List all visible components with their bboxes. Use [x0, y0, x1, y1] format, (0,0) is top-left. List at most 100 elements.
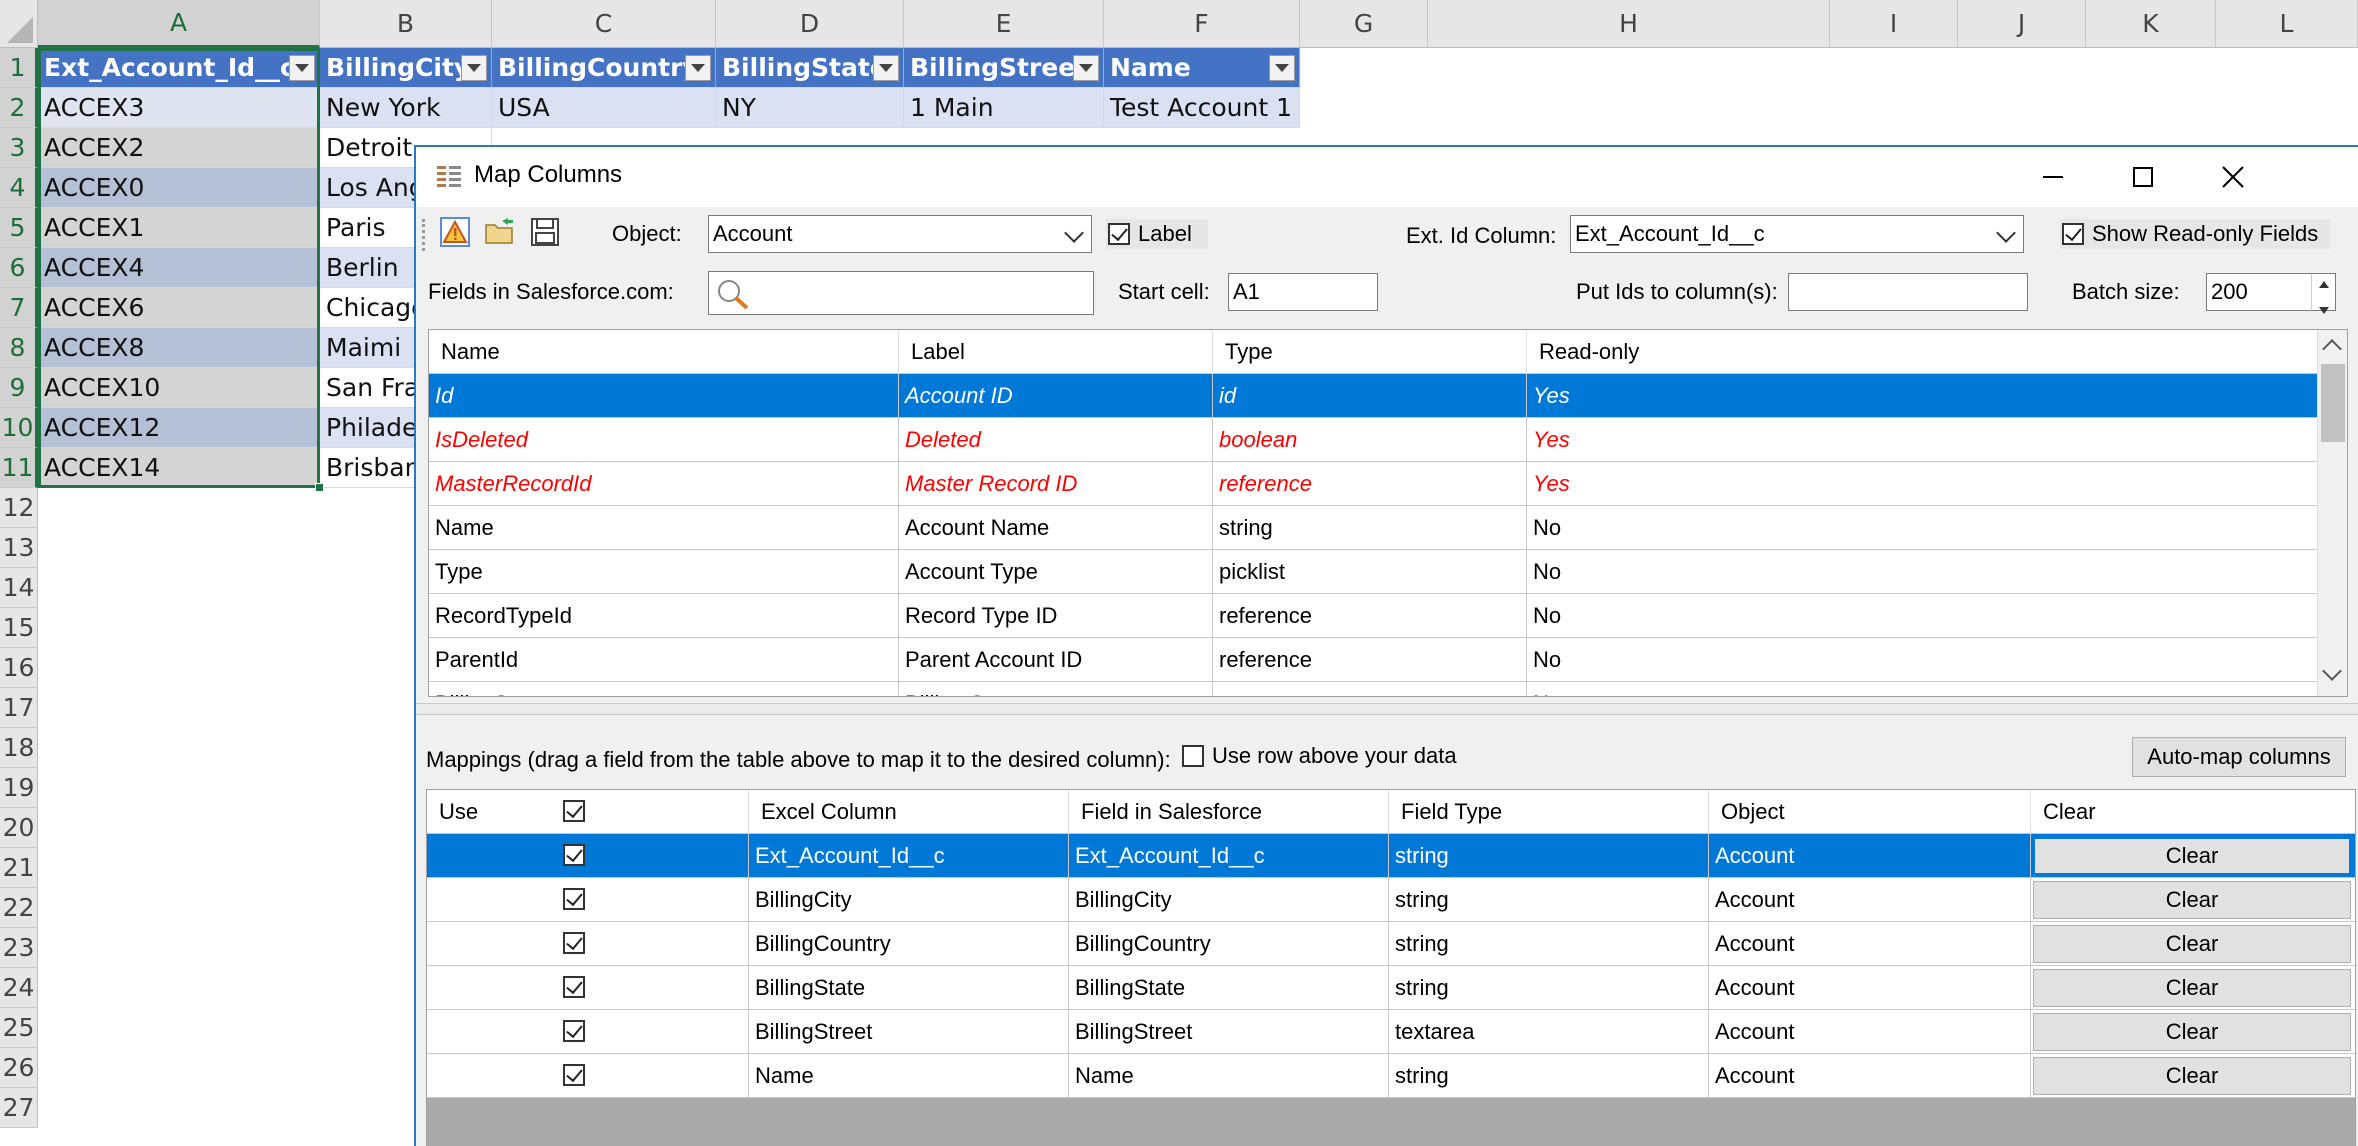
filter-dropdown-icon[interactable] [685, 55, 711, 81]
row-header[interactable]: 26 [0, 1048, 38, 1088]
table-row[interactable]: IsDeleted Deleted boolean Yes [429, 418, 2347, 462]
filter-dropdown-icon[interactable] [1073, 55, 1099, 81]
table-row[interactable]: BillingState BillingState string Account… [427, 966, 2355, 1010]
table-header-cell[interactable]: BillingState [716, 48, 904, 88]
row-header[interactable]: 1 [0, 48, 38, 88]
minimize-button[interactable] [2008, 147, 2098, 207]
clear-button[interactable]: Clear [2033, 925, 2351, 963]
table-header-cell[interactable]: BillingCountry [492, 48, 716, 88]
row-header[interactable]: 12 [0, 488, 38, 528]
column-header-c[interactable]: C [492, 0, 716, 48]
row-header[interactable]: 21 [0, 848, 38, 888]
field-search-input[interactable] [708, 271, 1094, 315]
warning-icon[interactable] [440, 217, 470, 247]
scroll-up-icon[interactable] [2322, 339, 2342, 359]
row-header[interactable]: 23 [0, 928, 38, 968]
cell[interactable]: USA [492, 88, 716, 128]
column-header-object[interactable]: Object [1709, 790, 2031, 834]
column-header-clear[interactable]: Clear [2031, 790, 2355, 834]
label-checkbox[interactable]: Label [1106, 219, 1208, 249]
select-all-corner[interactable] [0, 0, 38, 48]
row-header[interactable]: 10 [0, 408, 38, 448]
maximize-button[interactable] [2098, 147, 2188, 207]
column-header-g[interactable]: G [1300, 0, 1428, 48]
column-header-f[interactable]: F [1104, 0, 1300, 48]
row-header[interactable]: 16 [0, 648, 38, 688]
table-row[interactable]: BillingStreet BillingStreet textarea Acc… [427, 1010, 2355, 1054]
cell[interactable]: ACCEX2 [38, 128, 320, 168]
column-header-excel[interactable]: Excel Column [749, 790, 1069, 834]
row-header[interactable]: 24 [0, 968, 38, 1008]
row-header[interactable]: 3 [0, 128, 38, 168]
table-row[interactable]: BillingCity BillingCity string Account C… [427, 878, 2355, 922]
column-header-e[interactable]: E [904, 0, 1104, 48]
ext-id-combobox[interactable]: Ext_Account_Id__c [1570, 215, 2024, 253]
scroll-down-icon[interactable] [2322, 661, 2342, 681]
filter-dropdown-icon[interactable] [1269, 55, 1295, 81]
use-checkbox[interactable] [563, 1064, 585, 1086]
filter-dropdown-icon[interactable] [461, 55, 487, 81]
column-header-type[interactable]: Type [1213, 330, 1527, 374]
show-readonly-checkbox[interactable]: Show Read-only Fields [2060, 219, 2331, 249]
column-header-use[interactable]: Use [427, 790, 749, 834]
column-header-field[interactable]: Field in Salesforce [1069, 790, 1389, 834]
table-row[interactable]: ParentId Parent Account ID reference No [429, 638, 2347, 682]
cell[interactable]: 1 Main [904, 88, 1104, 128]
row-header[interactable]: 14 [0, 568, 38, 608]
row-header[interactable]: 9 [0, 368, 38, 408]
cell[interactable]: ACCEX8 [38, 328, 320, 368]
column-header-h[interactable]: H [1428, 0, 1830, 48]
row-header[interactable]: 17 [0, 688, 38, 728]
table-row[interactable]: Ext_Account_Id__c Ext_Account_Id__c stri… [427, 834, 2355, 878]
put-ids-input[interactable] [1788, 273, 2028, 311]
column-header-d[interactable]: D [716, 0, 904, 48]
table-row[interactable]: Id Account ID id Yes [429, 374, 2347, 418]
cell[interactable]: Test Account 1 [1104, 88, 1300, 128]
column-header-fieldtype[interactable]: Field Type [1389, 790, 1709, 834]
cell[interactable]: New York [320, 88, 492, 128]
column-header-a[interactable]: A [38, 0, 320, 48]
column-header-b[interactable]: B [320, 0, 492, 48]
spin-buttons[interactable] [2311, 274, 2335, 314]
column-header-label[interactable]: Label [899, 330, 1213, 374]
filter-dropdown-icon[interactable] [289, 55, 315, 81]
object-combobox[interactable]: Account [708, 215, 1092, 253]
row-header[interactable]: 6 [0, 248, 38, 288]
clear-button[interactable]: Clear [2033, 837, 2351, 875]
row-header[interactable]: 4 [0, 168, 38, 208]
column-header-readonly[interactable]: Read-only [1527, 330, 2319, 374]
row-header[interactable]: 27 [0, 1088, 38, 1128]
row-header[interactable]: 22 [0, 888, 38, 928]
cell[interactable]: ACCEX6 [38, 288, 320, 328]
use-checkbox[interactable] [563, 844, 585, 866]
clear-button[interactable]: Clear [2033, 881, 2351, 919]
clear-button[interactable]: Clear [2033, 969, 2351, 1007]
use-checkbox[interactable] [563, 888, 585, 910]
table-row[interactable]: BillingCountry BillingCountry string Acc… [427, 922, 2355, 966]
cell[interactable]: ACCEX12 [38, 408, 320, 448]
table-header-cell[interactable]: Name [1104, 48, 1300, 88]
use-row-above-checkbox[interactable]: Use row above your data [1182, 743, 1457, 769]
table-row[interactable]: Type Account Type picklist No [429, 550, 2347, 594]
column-header-i[interactable]: I [1830, 0, 1958, 48]
title-bar[interactable]: Map Columns [416, 147, 2358, 207]
cell[interactable]: ACCEX1 [38, 208, 320, 248]
scroll-thumb[interactable] [2321, 364, 2345, 442]
table-row[interactable]: Name Name string Account Clear [427, 1054, 2355, 1098]
cell[interactable]: ACCEX14 [38, 448, 320, 488]
filter-dropdown-icon[interactable] [873, 55, 899, 81]
select-all-checkbox[interactable] [563, 800, 585, 822]
fill-handle[interactable] [315, 483, 324, 492]
batch-size-stepper[interactable]: 200 [2206, 273, 2336, 314]
cell[interactable]: ACCEX0 [38, 168, 320, 208]
row-header[interactable]: 5 [0, 208, 38, 248]
clear-button[interactable]: Clear [2033, 1013, 2351, 1051]
cell[interactable]: ACCEX4 [38, 248, 320, 288]
table-header-cell[interactable]: BillingStreet [904, 48, 1104, 88]
row-header[interactable]: 2 [0, 88, 38, 128]
close-button[interactable] [2188, 147, 2278, 207]
cell[interactable]: ACCEX3 [38, 88, 320, 128]
cell[interactable]: ACCEX10 [38, 368, 320, 408]
column-header-l[interactable]: L [2216, 0, 2358, 48]
row-header[interactable]: 11 [0, 448, 38, 488]
